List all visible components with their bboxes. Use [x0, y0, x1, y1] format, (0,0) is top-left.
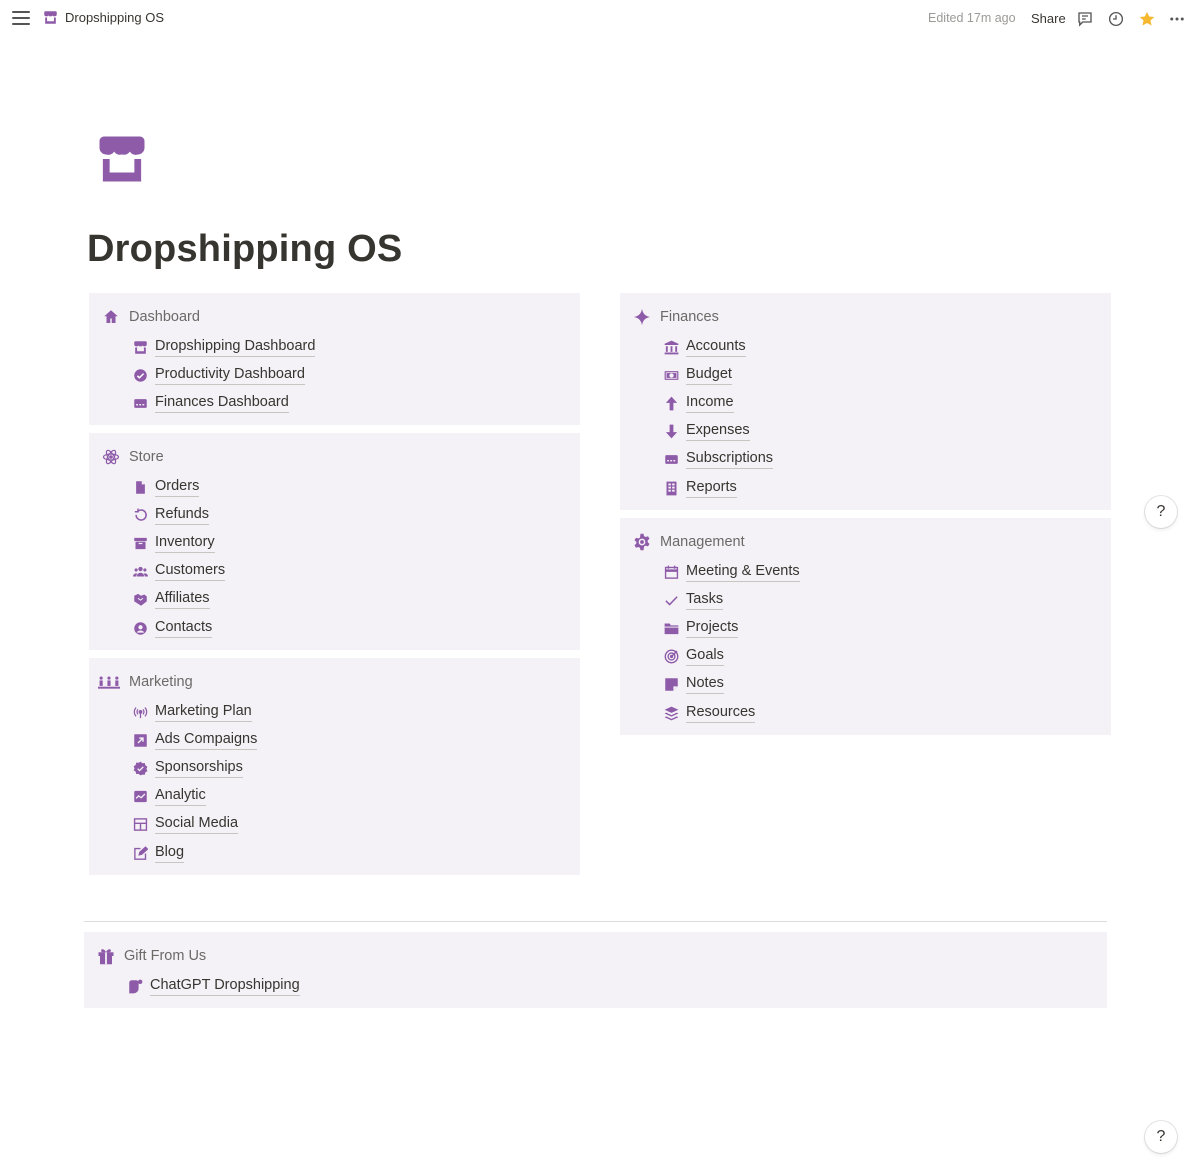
link-social-media[interactable]: Social Media	[132, 811, 257, 839]
link-expenses[interactable]: Expenses	[663, 418, 773, 446]
broadcast-icon	[132, 704, 148, 720]
atom-icon	[101, 447, 120, 466]
folder-icon	[663, 620, 679, 636]
gear-icon	[632, 532, 651, 551]
gift-card: Gift From Us ChatGPT Dropshipping	[84, 932, 1107, 1008]
link-orders[interactable]: Orders	[132, 473, 225, 501]
home-icon	[101, 307, 120, 326]
link-chatgpt-dropshipping[interactable]: ChatGPT Dropshipping	[127, 972, 300, 1000]
link-refunds[interactable]: Refunds	[132, 501, 225, 529]
arrow-box-icon	[132, 732, 148, 748]
handshake-icon	[132, 592, 148, 608]
link-budget[interactable]: Budget	[663, 361, 773, 389]
page-store-icon[interactable]	[95, 132, 149, 186]
link-meeting-events[interactable]: Meeting & Events	[663, 558, 800, 586]
chart-icon	[132, 789, 148, 805]
store-icon	[43, 10, 58, 25]
people-icon	[132, 564, 148, 580]
link-contacts[interactable]: Contacts	[132, 614, 225, 642]
card-icon	[132, 395, 148, 411]
link-finances-dashboard[interactable]: Finances Dashboard	[132, 389, 315, 417]
star-icon[interactable]	[1137, 9, 1157, 29]
link-reports[interactable]: Reports	[663, 474, 773, 502]
calendar-icon	[663, 564, 679, 580]
checkmark-icon	[663, 592, 679, 608]
link-affiliates[interactable]: Affiliates	[132, 586, 225, 614]
edited-timestamp: Edited 17m ago	[928, 11, 1016, 25]
verified-icon	[132, 760, 148, 776]
marketing-heading: Marketing	[98, 672, 193, 691]
marketing-card: Marketing Marketing Plan Ads Compaigns S…	[89, 658, 580, 875]
arrow-up-icon	[663, 395, 679, 411]
link-income[interactable]: Income	[663, 389, 773, 417]
link-accounts[interactable]: Accounts	[663, 333, 773, 361]
link-subscriptions[interactable]: Subscriptions	[663, 446, 774, 474]
money-icon	[663, 367, 679, 383]
bank-icon	[663, 339, 679, 355]
link-goals[interactable]: Goals	[663, 643, 800, 671]
audience-icon	[98, 672, 120, 691]
share-button[interactable]: Share	[1031, 11, 1066, 26]
target-icon	[663, 649, 679, 665]
layout-icon	[132, 817, 148, 833]
breadcrumb-label: Dropshipping OS	[65, 10, 164, 25]
gift-icon	[96, 946, 115, 965]
link-tasks[interactable]: Tasks	[663, 586, 800, 614]
arrow-down-icon	[663, 424, 679, 440]
link-customers[interactable]: Customers	[132, 558, 226, 586]
link-resources[interactable]: Resources	[663, 699, 800, 727]
undo-icon	[132, 507, 148, 523]
link-ads-compaigns[interactable]: Ads Compaigns	[132, 726, 258, 754]
link-marketing-plan[interactable]: Marketing Plan	[132, 698, 257, 726]
menu-icon[interactable]	[12, 11, 30, 27]
store-icon	[132, 339, 148, 355]
edit-icon	[132, 845, 148, 861]
link-dropshipping-dashboard[interactable]: Dropshipping Dashboard	[132, 333, 316, 361]
gift-heading: Gift From Us	[96, 946, 206, 965]
link-inventory[interactable]: Inventory	[132, 529, 225, 557]
card-icon	[663, 452, 679, 468]
history-icon[interactable]	[1106, 9, 1126, 29]
help-button[interactable]: ?	[1145, 496, 1177, 528]
link-analytic[interactable]: Analytic	[132, 783, 257, 811]
dashboard-heading: Dashboard	[101, 307, 200, 326]
link-productivity-dashboard[interactable]: Productivity Dashboard	[132, 361, 315, 389]
sparkle-icon	[632, 307, 651, 326]
store-card: Store Orders Refunds Inventory Customers…	[89, 433, 580, 650]
note-icon	[663, 677, 679, 693]
finances-heading: Finances	[632, 307, 719, 326]
link-sponsorships[interactable]: Sponsorships	[132, 754, 257, 782]
chat-icon	[127, 978, 143, 994]
archive-icon	[132, 535, 148, 551]
check-circle-icon	[132, 367, 148, 383]
finances-card: Finances Accounts Budget Income Expenses…	[620, 293, 1111, 510]
link-notes[interactable]: Notes	[663, 671, 800, 699]
link-blog[interactable]: Blog	[132, 839, 257, 867]
divider	[84, 921, 1107, 922]
document-icon	[132, 479, 148, 495]
management-heading: Management	[632, 532, 745, 551]
help-button-bottom[interactable]: ?	[1145, 1121, 1177, 1153]
link-projects[interactable]: Projects	[663, 614, 800, 642]
page-title: Dropshipping OS	[87, 228, 403, 270]
more-icon[interactable]	[1167, 9, 1187, 29]
management-card: Management Meeting & Events Tasks Projec…	[620, 518, 1111, 735]
user-circle-icon	[132, 620, 148, 636]
comment-icon[interactable]	[1075, 9, 1095, 29]
top-bar: Dropshipping OS Edited 17m ago Share	[0, 0, 1200, 38]
store-heading: Store	[101, 447, 164, 466]
breadcrumb[interactable]: Dropshipping OS	[43, 10, 164, 25]
stack-icon	[663, 705, 679, 721]
dashboard-card: Dashboard Dropshipping Dashboard Product…	[89, 293, 580, 425]
report-icon	[663, 480, 679, 496]
